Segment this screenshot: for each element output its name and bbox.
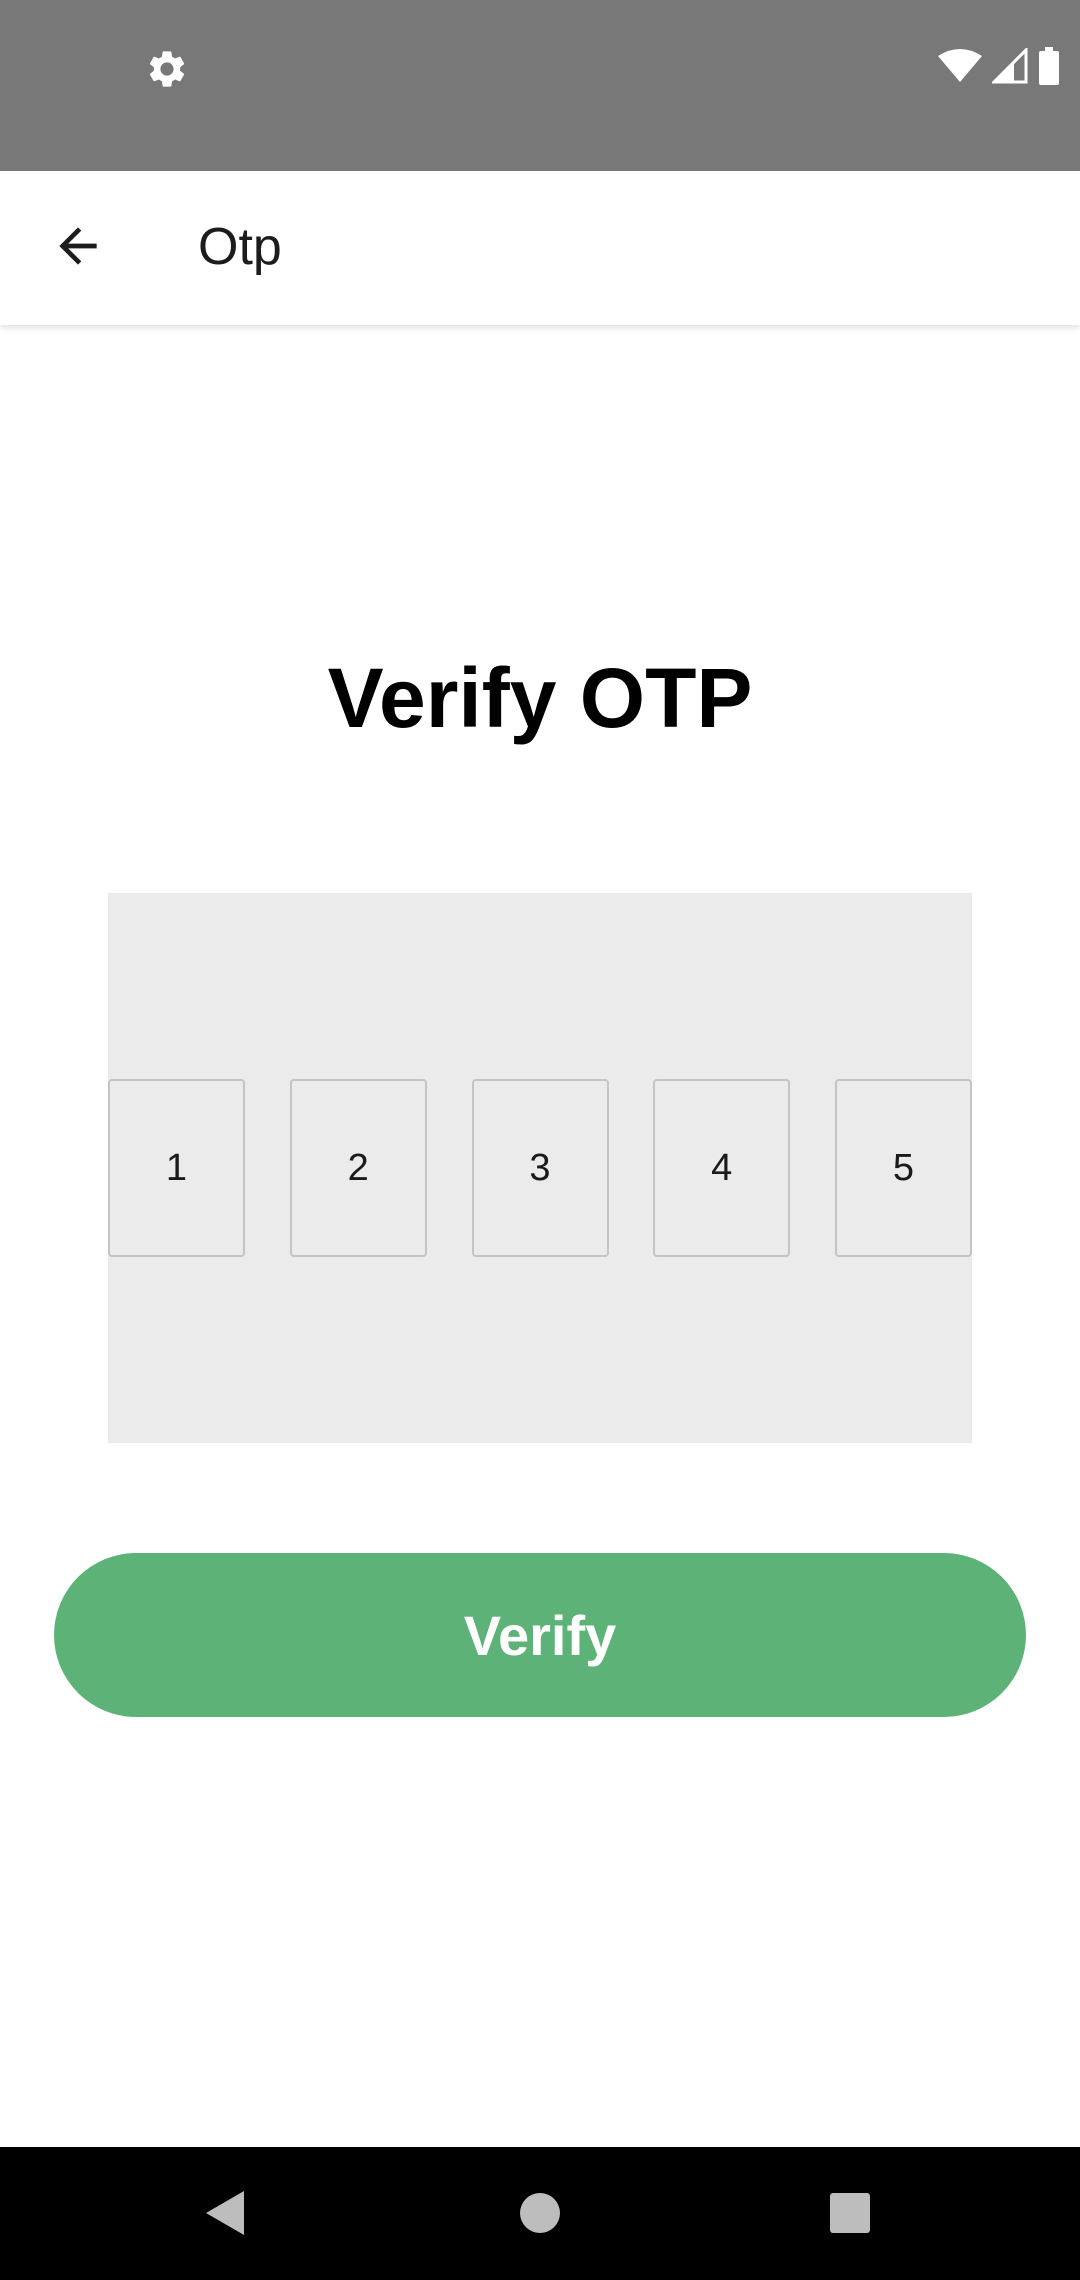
otp-digit-2-input[interactable]: 2	[289, 1079, 427, 1257]
otp-digit-4-input[interactable]: 4	[653, 1079, 791, 1257]
otp-panel: 1 2 3 4 5	[108, 893, 972, 1443]
otp-digit-5-input[interactable]: 5	[835, 1079, 972, 1257]
otp-input-row: 1 2 3 4 5	[108, 1079, 972, 1257]
signal-icon	[990, 45, 1028, 89]
nav-recents-icon[interactable]	[822, 2185, 878, 2241]
page-title: Otp	[198, 218, 282, 276]
nav-back-icon[interactable]	[198, 2185, 254, 2241]
otp-digit-3-input[interactable]: 3	[471, 1079, 609, 1257]
back-arrow-icon[interactable]	[50, 218, 106, 274]
status-icons	[938, 45, 1060, 90]
status-bar	[0, 0, 1080, 171]
system-nav-bar	[0, 2147, 1080, 2280]
battery-icon	[1038, 46, 1060, 90]
nav-home-icon[interactable]	[512, 2185, 568, 2241]
verify-button[interactable]: Verify	[54, 1553, 1026, 1717]
wifi-icon	[938, 48, 982, 89]
app-bar: Otp	[0, 171, 1080, 325]
gear-icon	[145, 47, 189, 91]
otp-digit-1-input[interactable]: 1	[108, 1079, 245, 1257]
otp-heading: Verify OTP	[327, 651, 753, 745]
